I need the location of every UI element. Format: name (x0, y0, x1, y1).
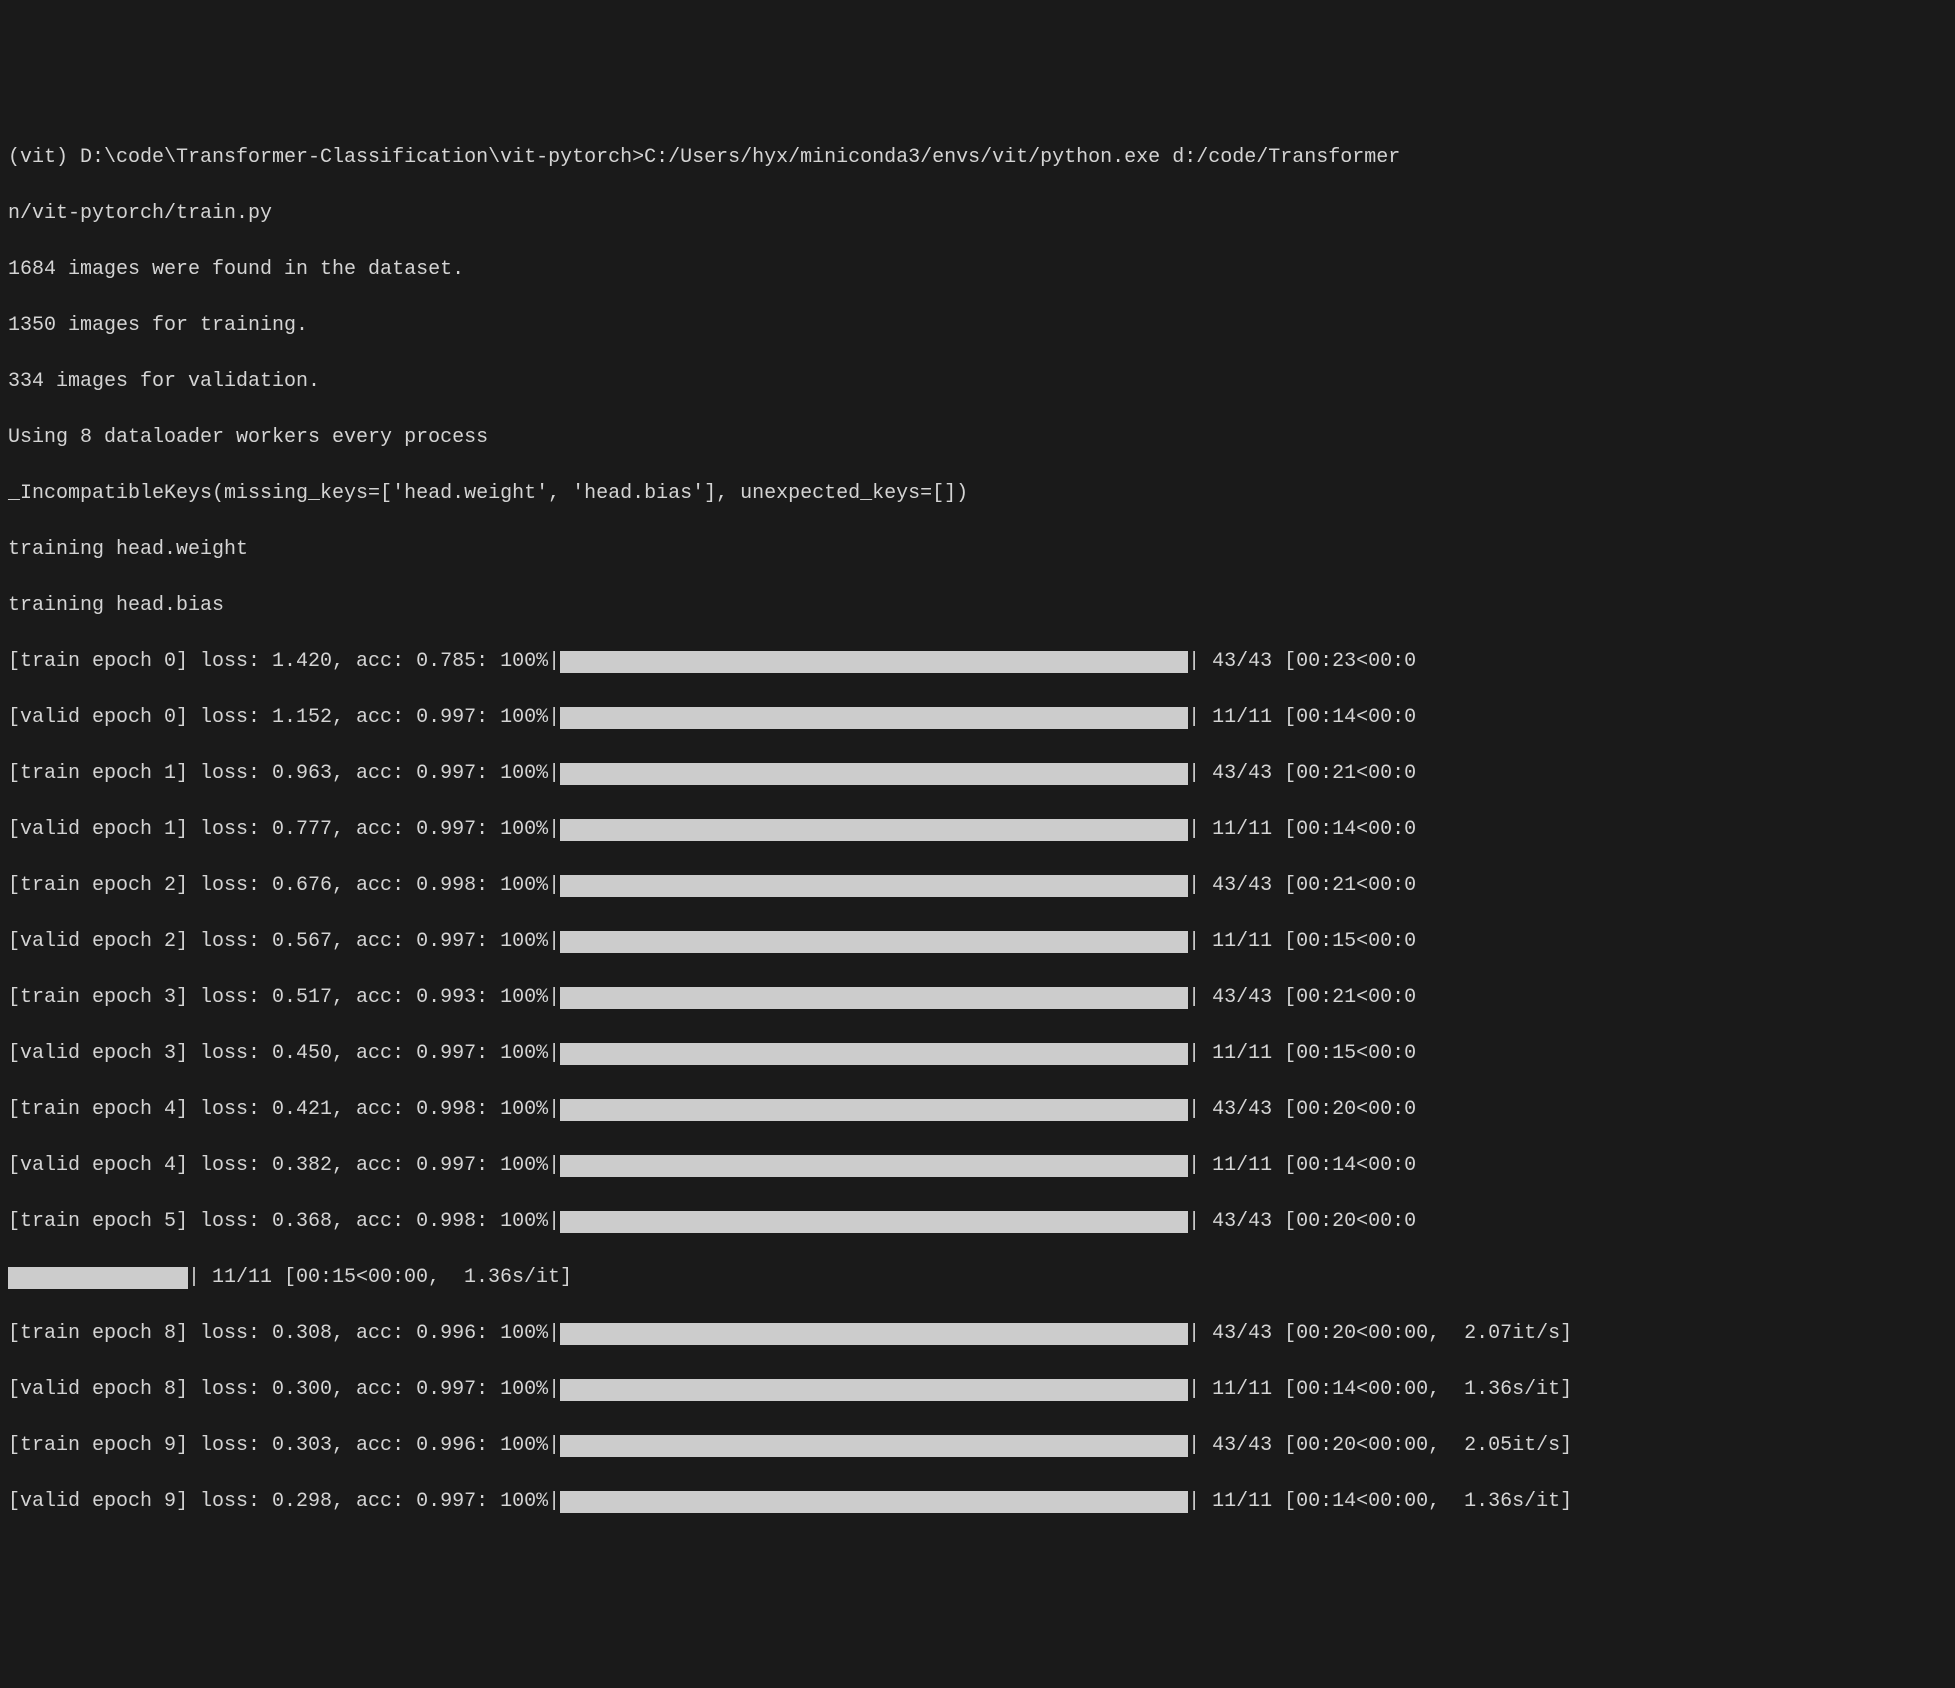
progress-bar-icon (560, 1043, 1188, 1065)
info-line: training head.bias (8, 592, 1947, 620)
progress-row: [valid epoch 0] loss: 1.152, acc: 0.997:… (8, 704, 1947, 732)
progress-prefix: [valid epoch 2] loss: 0.567, acc: 0.997:… (8, 928, 560, 956)
progress-prefix: [train epoch 1] loss: 0.963, acc: 0.997:… (8, 760, 560, 788)
progress-bar-icon (560, 1211, 1188, 1233)
progress-row: [train epoch 0] loss: 1.420, acc: 0.785:… (8, 648, 1947, 676)
progress-row: [valid epoch 2] loss: 0.567, acc: 0.997:… (8, 928, 1947, 956)
progress-suffix: | 11/11 [00:15<00:0 (1188, 928, 1416, 956)
progress-bar-icon (560, 1435, 1188, 1457)
progress-row: [train epoch 1] loss: 0.963, acc: 0.997:… (8, 760, 1947, 788)
progress-prefix: [train epoch 5] loss: 0.368, acc: 0.998:… (8, 1208, 560, 1236)
progress-row: [train epoch 4] loss: 0.421, acc: 0.998:… (8, 1096, 1947, 1124)
terminal-output[interactable]: (vit) D:\code\Transformer-Classification… (8, 116, 1947, 1544)
progress-prefix: [valid epoch 8] loss: 0.300, acc: 0.997:… (8, 1376, 560, 1404)
progress-suffix: | 11/11 [00:15<00:0 (1188, 1040, 1416, 1068)
progress-suffix: | 11/11 [00:14<00:00, 1.36s/it] (1188, 1488, 1572, 1516)
info-line: training head.weight (8, 536, 1947, 564)
progress-bar-icon (560, 1099, 1188, 1121)
progress-row: [valid epoch 3] loss: 0.450, acc: 0.997:… (8, 1040, 1947, 1068)
progress-prefix: [valid epoch 9] loss: 0.298, acc: 0.997:… (8, 1488, 560, 1516)
progress-suffix: | 43/43 [00:20<00:0 (1188, 1208, 1416, 1236)
progress-suffix: | 11/11 [00:15<00:00, 1.36s/it] (188, 1264, 572, 1292)
progress-row: [valid epoch 9] loss: 0.298, acc: 0.997:… (8, 1488, 1947, 1516)
partial-progress-row: | 11/11 [00:15<00:00, 1.36s/it] (8, 1264, 1947, 1292)
progress-suffix: | 43/43 [00:20<00:00, 2.05it/s] (1188, 1432, 1572, 1460)
info-line: 334 images for validation. (8, 368, 1947, 396)
progress-row: [train epoch 3] loss: 0.517, acc: 0.993:… (8, 984, 1947, 1012)
progress-prefix: [valid epoch 0] loss: 1.152, acc: 0.997:… (8, 704, 560, 732)
progress-suffix: | 43/43 [00:20<00:00, 2.07it/s] (1188, 1320, 1572, 1348)
info-line: 1350 images for training. (8, 312, 1947, 340)
progress-bar-icon (560, 1379, 1188, 1401)
progress-row: [valid epoch 8] loss: 0.300, acc: 0.997:… (8, 1376, 1947, 1404)
progress-prefix: [train epoch 0] loss: 1.420, acc: 0.785:… (8, 648, 560, 676)
progress-row: [valid epoch 1] loss: 0.777, acc: 0.997:… (8, 816, 1947, 844)
progress-suffix: | 43/43 [00:21<00:0 (1188, 984, 1416, 1012)
progress-suffix: | 43/43 [00:21<00:0 (1188, 872, 1416, 900)
progress-bar-icon (560, 987, 1188, 1009)
progress-bar-icon (560, 1323, 1188, 1345)
progress-prefix: [train epoch 9] loss: 0.303, acc: 0.996:… (8, 1432, 560, 1460)
progress-bar-icon (560, 819, 1188, 841)
progress-bar-icon (560, 1491, 1188, 1513)
progress-suffix: | 43/43 [00:21<00:0 (1188, 760, 1416, 788)
command-line-2: n/vit-pytorch/train.py (8, 200, 1947, 228)
progress-bar-icon (560, 651, 1188, 673)
info-line: Using 8 dataloader workers every process (8, 424, 1947, 452)
progress-suffix: | 11/11 [00:14<00:0 (1188, 704, 1416, 732)
info-line: 1684 images were found in the dataset. (8, 256, 1947, 284)
progress-bar-icon (560, 707, 1188, 729)
progress-bar-icon (560, 763, 1188, 785)
progress-prefix: [train epoch 8] loss: 0.308, acc: 0.996:… (8, 1320, 560, 1348)
progress-suffix: | 11/11 [00:14<00:0 (1188, 1152, 1416, 1180)
progress-prefix: [valid epoch 1] loss: 0.777, acc: 0.997:… (8, 816, 560, 844)
progress-prefix: [valid epoch 4] loss: 0.382, acc: 0.997:… (8, 1152, 560, 1180)
progress-row: [train epoch 2] loss: 0.676, acc: 0.998:… (8, 872, 1947, 900)
progress-prefix: [train epoch 3] loss: 0.517, acc: 0.993:… (8, 984, 560, 1012)
command-line-1: (vit) D:\code\Transformer-Classification… (8, 144, 1947, 172)
progress-suffix: | 43/43 [00:23<00:0 (1188, 648, 1416, 676)
progress-bar-icon (8, 1267, 188, 1289)
progress-suffix: | 11/11 [00:14<00:0 (1188, 816, 1416, 844)
progress-prefix: [train epoch 4] loss: 0.421, acc: 0.998:… (8, 1096, 560, 1124)
progress-prefix: [train epoch 2] loss: 0.676, acc: 0.998:… (8, 872, 560, 900)
progress-suffix: | 11/11 [00:14<00:00, 1.36s/it] (1188, 1376, 1572, 1404)
progress-prefix: [valid epoch 3] loss: 0.450, acc: 0.997:… (8, 1040, 560, 1068)
progress-bar-icon (560, 931, 1188, 953)
progress-suffix: | 43/43 [00:20<00:0 (1188, 1096, 1416, 1124)
info-line: _IncompatibleKeys(missing_keys=['head.we… (8, 480, 1947, 508)
progress-bar-icon (560, 875, 1188, 897)
progress-row: [train epoch 8] loss: 0.308, acc: 0.996:… (8, 1320, 1947, 1348)
progress-row: [train epoch 9] loss: 0.303, acc: 0.996:… (8, 1432, 1947, 1460)
progress-row: [train epoch 5] loss: 0.368, acc: 0.998:… (8, 1208, 1947, 1236)
progress-bar-icon (560, 1155, 1188, 1177)
progress-row: [valid epoch 4] loss: 0.382, acc: 0.997:… (8, 1152, 1947, 1180)
